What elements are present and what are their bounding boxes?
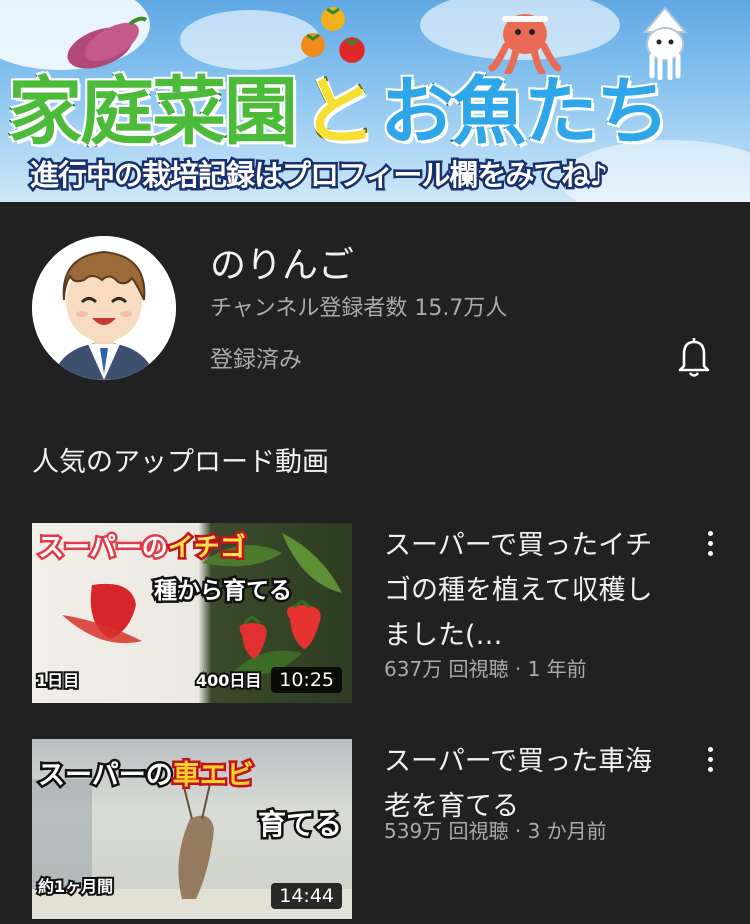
video-item[interactable]: スーパーの車エビ 育てる 約1ヶ月間 14:44 スーパーで買った車海老を育てる… [0, 739, 750, 919]
banner-title: 家庭菜園とお魚たち [7, 68, 672, 157]
video-meta: 539万 回視聴 · 3 か月前 [384, 819, 607, 843]
thumbnail-caption: 約1ヶ月間 [36, 875, 115, 898]
section-title: 人気のアップロード動画 [32, 447, 329, 478]
thumbnail-caption: 400日目 [194, 669, 263, 692]
avatar[interactable] [32, 236, 176, 380]
thumbnail-caption: スーパーのイチゴ [36, 531, 249, 566]
thumbnail-caption: 育てる [255, 806, 344, 844]
more-vert-icon[interactable] [700, 747, 720, 777]
video-title[interactable]: スーパーで買ったイチゴの種を植えて収穫しました(… [384, 523, 654, 658]
avatar-illustration [32, 236, 176, 380]
subscriber-count: チャンネル登録者数 15.7万人 [210, 296, 508, 321]
subscribed-button[interactable]: 登録済み [210, 340, 302, 374]
video-duration: 14:44 [271, 883, 342, 909]
video-thumbnail[interactable]: スーパーの車エビ 育てる 約1ヶ月間 14:44 [32, 739, 352, 919]
thumbnail-caption: スーパーの車エビ [36, 758, 257, 794]
video-thumbnail[interactable]: スーパーのイチゴ 種から育てる 1日目 400日目 10:25 [32, 523, 352, 703]
thumbnail-caption: 種から育てる [152, 576, 295, 607]
video-duration: 10:25 [271, 667, 342, 693]
channel-name[interactable]: のりんご [210, 236, 354, 288]
bell-icon[interactable] [674, 334, 714, 378]
video-item[interactable]: スーパーのイチゴ 種から育てる 1日目 400日目 10:25 スーパーで買った… [0, 523, 750, 703]
video-meta: 637万 回視聴 · 1 年前 [384, 657, 587, 681]
banner-subtitle: 進行中の栽培記録はプロフィール欄をみてね♪ [28, 156, 611, 195]
more-vert-icon[interactable] [700, 531, 720, 561]
thumbnail-caption: 1日目 [34, 669, 81, 692]
channel-banner: 家庭菜園とお魚たち 進行中の栽培記録はプロフィール欄をみてね♪ [0, 0, 750, 202]
